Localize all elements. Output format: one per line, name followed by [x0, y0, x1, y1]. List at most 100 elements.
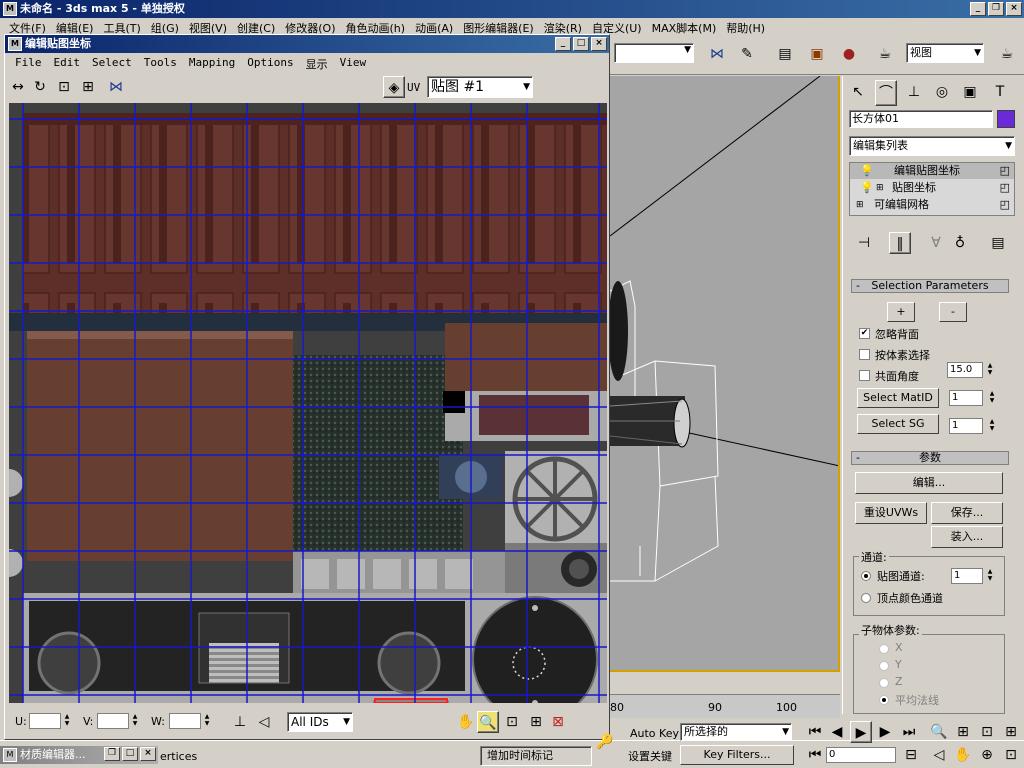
expand-plus-icon[interactable]: ⊞: [856, 197, 864, 213]
configure-sets-icon[interactable]: ▤: [987, 232, 1009, 254]
named-selection-dropdown[interactable]: ▼: [614, 43, 694, 63]
restore-button[interactable]: ❐: [104, 747, 120, 761]
close-button[interactable]: ×: [140, 747, 156, 761]
track-view-icon[interactable]: ▤: [774, 43, 796, 65]
zoom-extents-icon[interactable]: ⊡: [976, 721, 998, 743]
uvw-menu-mapping[interactable]: Mapping: [183, 54, 241, 72]
select-by-element-checkbox[interactable]: [859, 349, 870, 360]
scale-icon[interactable]: ⊡: [53, 76, 75, 98]
rotate-icon[interactable]: ↻: [29, 76, 51, 98]
play-icon[interactable]: ▶: [850, 721, 872, 743]
uv-cube-icon[interactable]: ◈: [383, 76, 405, 98]
map-channel-spinner[interactable]: 1: [951, 568, 983, 584]
zoom-extents-icon[interactable]: ⊞: [525, 711, 547, 733]
quick-render-icon[interactable]: ☕: [996, 43, 1018, 65]
mirror-icon[interactable]: ⋈: [105, 76, 127, 98]
select-matid-spinner[interactable]: 1: [949, 390, 983, 406]
map-channel-radio[interactable]: [861, 571, 871, 581]
perspective-viewport[interactable]: [610, 76, 840, 672]
map-selector-dropdown[interactable]: 贴图 #1 ▼: [427, 76, 533, 98]
stack-item-unwrap-uvw[interactable]: 💡 编辑贴图坐标 ◰: [850, 163, 1014, 179]
goto-end-icon[interactable]: ⏭: [898, 721, 920, 743]
key-mode-icon[interactable]: ⏮: [804, 744, 826, 766]
menu-maxscript[interactable]: MAX脚本(M): [647, 18, 722, 36]
render-scene-icon[interactable]: ☕: [874, 43, 896, 65]
utilities-tab-icon[interactable]: T: [989, 80, 1011, 106]
planar-angle-spinner[interactable]: 15.0: [947, 362, 983, 378]
rollout-selection-parameters[interactable]: - Selection Parameters: [851, 279, 1009, 293]
hide-icon[interactable]: ◁: [253, 711, 275, 733]
lightbulb-icon[interactable]: 💡: [860, 180, 874, 196]
view-dropdown[interactable]: 视图 ▼: [906, 43, 984, 63]
uvw-menu-edit[interactable]: Edit: [48, 54, 87, 72]
maximize-viewport-icon[interactable]: ⊡: [1000, 744, 1022, 766]
spinner-arrows-icon[interactable]: ▲ ▼: [987, 418, 997, 434]
show-end-result-icon[interactable]: ‖: [889, 232, 911, 254]
menu-help[interactable]: 帮助(H): [721, 18, 770, 36]
lock-selection-icon[interactable]: ⊥: [229, 711, 251, 733]
vertex-color-radio[interactable]: [861, 593, 871, 603]
avg-normals-radio[interactable]: [879, 695, 889, 705]
pan-hand-icon[interactable]: ✋: [455, 711, 477, 733]
ids-dropdown[interactable]: All IDs ▼: [287, 712, 353, 732]
restore-button[interactable]: ❐: [988, 2, 1004, 16]
modify-tab-icon[interactable]: ⌒: [875, 80, 897, 106]
modifier-list-dropdown[interactable]: 编辑集列表 ▼: [849, 136, 1015, 156]
schematic-view-icon[interactable]: ▣: [806, 43, 828, 65]
pan-hand-icon[interactable]: ✋: [952, 744, 974, 766]
zoom-extents-all-icon[interactable]: ⊞: [1000, 721, 1022, 743]
arc-rotate-icon[interactable]: ⊕: [976, 744, 998, 766]
maximize-button[interactable]: □: [573, 37, 589, 51]
uvw-menu-options[interactable]: Options: [241, 54, 299, 72]
prev-frame-icon[interactable]: ◀: [826, 721, 848, 743]
material-editor-minimized[interactable]: M 材质编辑器... ❐ □ ×: [0, 746, 158, 764]
spinner-arrows-icon[interactable]: ▲ ▼: [987, 390, 997, 406]
next-frame-icon[interactable]: ▶: [874, 721, 896, 743]
time-slider-track[interactable]: 80 90 100: [610, 694, 840, 718]
uvw-menu-tools[interactable]: Tools: [138, 54, 183, 72]
remove-modifier-icon[interactable]: ♁: [949, 232, 971, 254]
set-key-label[interactable]: 设置关键: [628, 748, 672, 764]
move-icon[interactable]: ↔: [7, 76, 29, 98]
expand-plus-icon[interactable]: ⊞: [876, 180, 884, 196]
fov-icon[interactable]: ◁: [928, 744, 950, 766]
u-spinner[interactable]: [29, 713, 61, 729]
zoom-viewport-icon[interactable]: 🔍: [928, 721, 950, 743]
edit-uvw-button[interactable]: 编辑...: [855, 472, 1003, 494]
material-editor-icon[interactable]: ●: [838, 43, 860, 65]
time-config-icon[interactable]: ⊟: [900, 744, 922, 766]
minimize-button[interactable]: _: [555, 37, 571, 51]
uv-texture-canvas[interactable]: [9, 103, 607, 703]
pin-stack-icon[interactable]: ⊣: [853, 232, 875, 254]
axis-z-radio[interactable]: [879, 678, 889, 688]
freeform-icon[interactable]: ⊞: [77, 76, 99, 98]
select-sg-button[interactable]: Select SG: [857, 414, 939, 434]
rollout-parameters[interactable]: - 参数: [851, 451, 1009, 465]
align-icon[interactable]: ✎: [736, 43, 758, 65]
lightbulb-icon[interactable]: 💡: [860, 163, 874, 179]
selection-set-dropdown[interactable]: 所选择的 ▼: [680, 723, 792, 741]
select-matid-button[interactable]: Select MatID: [857, 388, 939, 408]
maximize-button[interactable]: □: [122, 747, 138, 761]
add-time-tag-field[interactable]: 增加时间标记: [480, 746, 592, 766]
grow-selection-button[interactable]: +: [887, 302, 915, 322]
uvw-menu-file[interactable]: File: [9, 54, 48, 72]
hierarchy-tab-icon[interactable]: ⊥: [903, 80, 925, 106]
reset-uvws-button[interactable]: 重设UVWs: [855, 502, 927, 524]
zoom-region-icon[interactable]: ⊡: [501, 711, 523, 733]
w-spinner[interactable]: [169, 713, 201, 729]
spinner-arrows-icon[interactable]: ▲ ▼: [985, 568, 995, 584]
filter-selected-icon[interactable]: ⊠: [547, 711, 569, 733]
stack-item-editable-mesh[interactable]: ⊞ 可编辑网格 ◰: [850, 197, 1014, 213]
spinner-arrows-icon[interactable]: ▲ ▼: [130, 713, 140, 729]
load-button[interactable]: 装入...: [931, 526, 1003, 548]
select-sg-spinner[interactable]: 1: [949, 418, 983, 434]
save-button[interactable]: 保存...: [931, 502, 1003, 524]
mirror-icon[interactable]: ⋈: [706, 43, 728, 65]
object-color-swatch[interactable]: [997, 110, 1015, 128]
spinner-arrows-icon[interactable]: ▲ ▼: [62, 713, 72, 729]
create-tab-icon[interactable]: ↖: [847, 80, 869, 106]
uvw-menu-display[interactable]: 显示: [300, 54, 334, 72]
v-spinner[interactable]: [97, 713, 129, 729]
axis-x-radio[interactable]: [879, 644, 889, 654]
